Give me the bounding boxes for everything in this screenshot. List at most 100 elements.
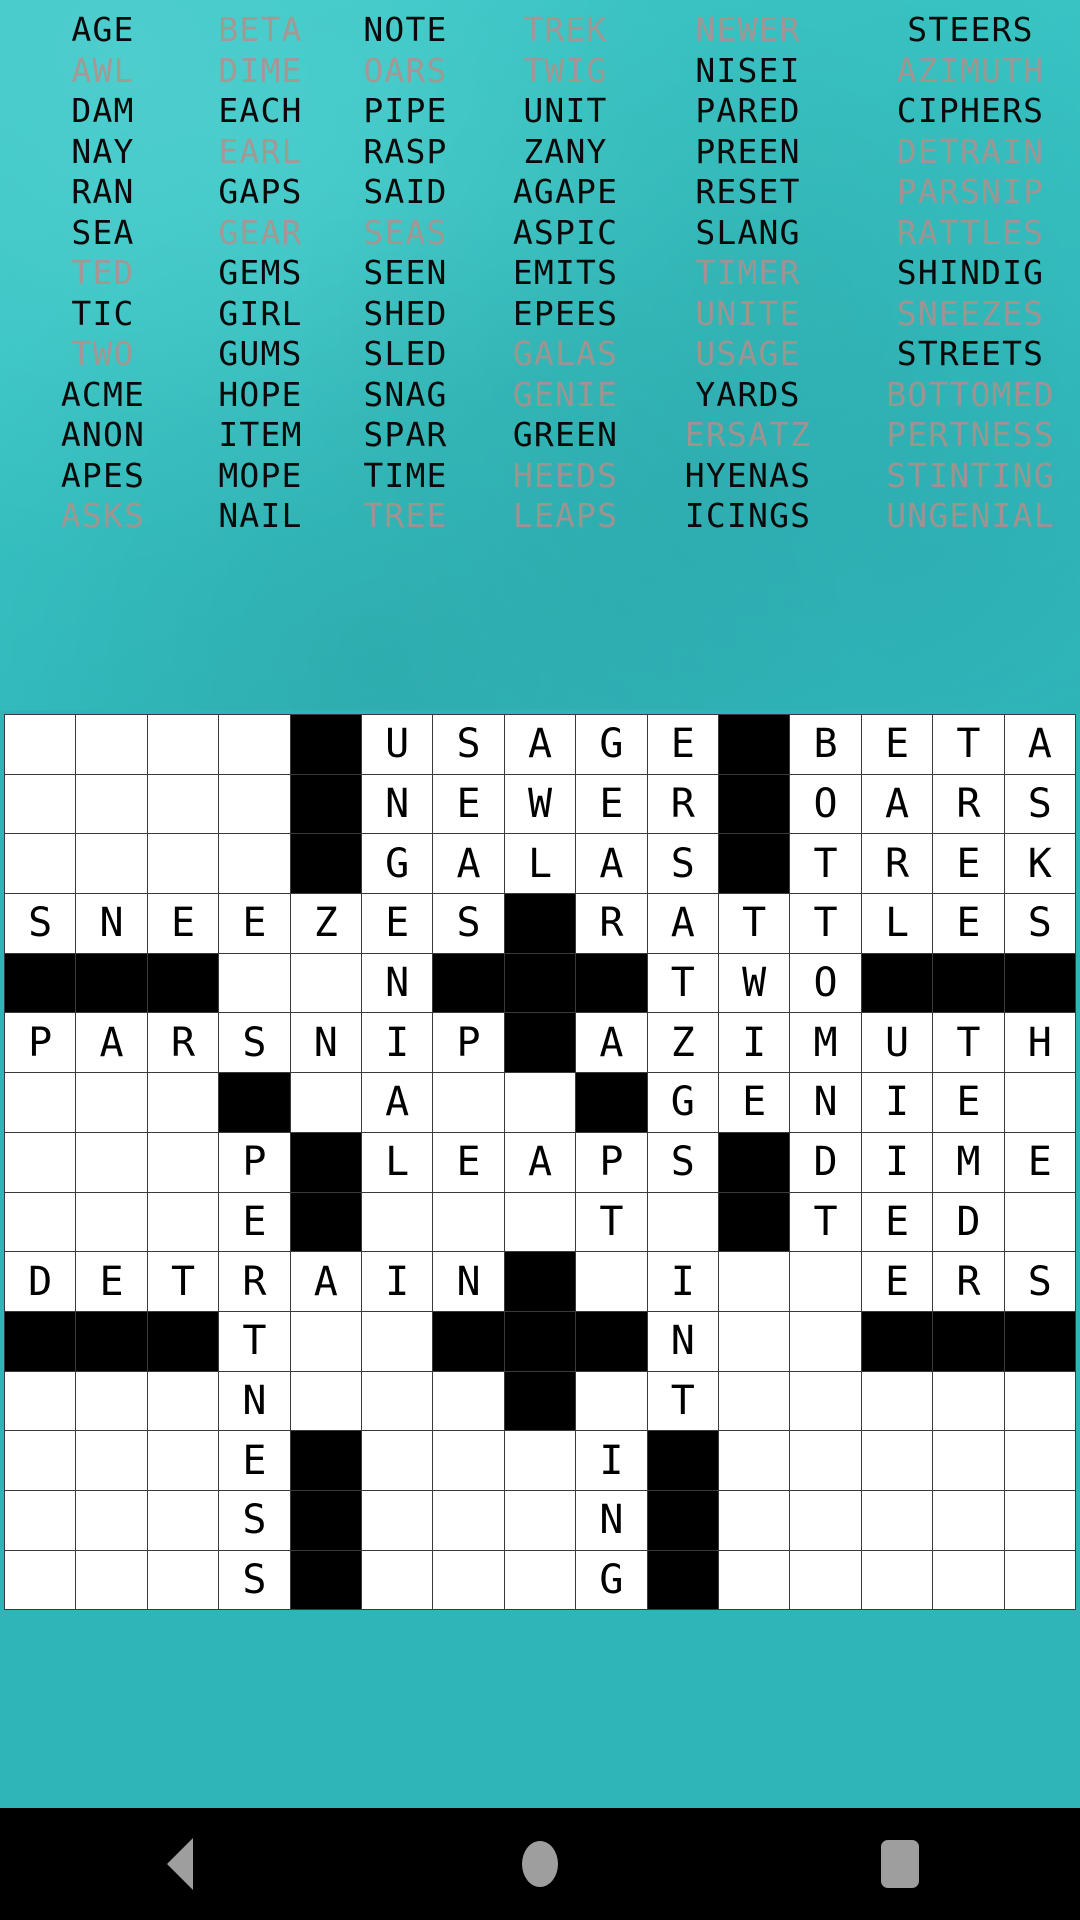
grid-letter-cell[interactable]: D <box>5 1252 76 1311</box>
word-bank-entry[interactable]: TIC <box>18 294 188 335</box>
grid-empty-cell[interactable] <box>861 1550 933 1610</box>
word-bank-entry[interactable]: GAPS <box>188 172 333 213</box>
grid-letter-cell[interactable]: T <box>790 834 861 894</box>
word-bank-entry[interactable]: PERTNESS <box>843 415 1080 456</box>
grid-letter-cell[interactable]: E <box>933 1073 1004 1132</box>
grid-letter-cell[interactable]: A <box>290 1252 361 1311</box>
grid-letter-cell[interactable]: S <box>219 1550 290 1610</box>
grid-letter-cell[interactable]: H <box>1004 1013 1075 1073</box>
grid-empty-cell[interactable] <box>5 834 76 894</box>
grid-letter-cell[interactable]: E <box>76 1252 147 1311</box>
grid-letter-cell[interactable]: S <box>219 1490 290 1550</box>
grid-letter-cell[interactable]: E <box>861 715 933 774</box>
grid-letter-cell[interactable]: R <box>576 894 647 953</box>
word-bank-entry[interactable]: TED <box>18 253 188 294</box>
word-bank-entry[interactable]: STEERS <box>843 10 1080 51</box>
grid-empty-cell[interactable] <box>76 1371 147 1431</box>
grid-letter-cell[interactable]: O <box>790 774 861 834</box>
grid-letter-cell[interactable]: N <box>647 1311 718 1371</box>
grid-empty-cell[interactable] <box>933 1431 1004 1490</box>
grid-empty-cell[interactable] <box>433 1192 504 1252</box>
home-button[interactable] <box>470 1829 610 1899</box>
grid-empty-cell[interactable] <box>290 1371 361 1431</box>
back-button[interactable] <box>110 1829 250 1899</box>
grid-empty-cell[interactable] <box>433 1490 504 1550</box>
word-bank-entry[interactable]: CIPHERS <box>843 91 1080 132</box>
word-bank-entry[interactable]: UNITE <box>653 294 843 335</box>
word-bank-entry[interactable]: DIME <box>188 51 333 92</box>
grid-empty-cell[interactable] <box>861 1490 933 1550</box>
word-bank-entry[interactable]: APES <box>18 456 188 497</box>
grid-letter-cell[interactable]: I <box>861 1132 933 1192</box>
grid-empty-cell[interactable] <box>76 1431 147 1490</box>
grid-letter-cell[interactable]: B <box>790 715 861 774</box>
grid-empty-cell[interactable] <box>790 1371 861 1431</box>
word-bank-entry[interactable]: HYENAS <box>653 456 843 497</box>
grid-empty-cell[interactable] <box>1004 1073 1075 1132</box>
grid-empty-cell[interactable] <box>861 1431 933 1490</box>
grid-empty-cell[interactable] <box>576 1252 647 1311</box>
grid-letter-cell[interactable]: I <box>576 1431 647 1490</box>
grid-letter-cell[interactable]: U <box>362 715 433 774</box>
grid-letter-cell[interactable]: R <box>147 1013 219 1073</box>
word-bank-entry[interactable]: GUMS <box>188 334 333 375</box>
grid-letter-cell[interactable]: N <box>790 1073 861 1132</box>
grid-empty-cell[interactable] <box>219 774 290 834</box>
word-bank-entry[interactable]: AGAPE <box>478 172 653 213</box>
recents-button[interactable] <box>830 1829 970 1899</box>
grid-empty-cell[interactable] <box>5 774 76 834</box>
grid-empty-cell[interactable] <box>1004 1371 1075 1431</box>
grid-letter-cell[interactable]: P <box>219 1132 290 1192</box>
word-bank-entry[interactable]: UNIT <box>478 91 653 132</box>
grid-empty-cell[interactable] <box>1004 1490 1075 1550</box>
word-bank-entry[interactable]: PIPE <box>333 91 478 132</box>
grid-empty-cell[interactable] <box>76 1132 147 1192</box>
word-bank-entry[interactable]: HEEDS <box>478 456 653 497</box>
word-bank-entry[interactable]: SNEEZES <box>843 294 1080 335</box>
grid-letter-cell[interactable]: P <box>433 1013 504 1073</box>
grid-letter-cell[interactable]: S <box>433 894 504 953</box>
grid-letter-cell[interactable]: A <box>576 1013 647 1073</box>
word-bank-entry[interactable]: AWL <box>18 51 188 92</box>
grid-letter-cell[interactable]: W <box>504 774 576 834</box>
grid-empty-cell[interactable] <box>147 774 219 834</box>
word-bank-entry[interactable]: STREETS <box>843 334 1080 375</box>
grid-letter-cell[interactable]: R <box>219 1252 290 1311</box>
grid-letter-cell[interactable]: O <box>790 953 861 1013</box>
grid-letter-cell[interactable]: R <box>933 1252 1004 1311</box>
word-bank-entry[interactable]: TREE <box>333 496 478 537</box>
grid-letter-cell[interactable]: I <box>362 1252 433 1311</box>
word-bank-entry[interactable]: PREEN <box>653 132 843 173</box>
grid-empty-cell[interactable] <box>290 1073 361 1132</box>
grid-empty-cell[interactable] <box>861 1371 933 1431</box>
grid-letter-cell[interactable]: T <box>933 1013 1004 1073</box>
grid-letter-cell[interactable]: A <box>362 1073 433 1132</box>
grid-letter-cell[interactable]: T <box>790 894 861 953</box>
grid-empty-cell[interactable] <box>76 715 147 774</box>
word-bank-entry[interactable]: RASP <box>333 132 478 173</box>
grid-empty-cell[interactable] <box>1004 1192 1075 1252</box>
grid-letter-cell[interactable]: E <box>861 1252 933 1311</box>
grid-letter-cell[interactable]: S <box>433 715 504 774</box>
grid-letter-cell[interactable]: T <box>147 1252 219 1311</box>
word-bank-entry[interactable]: RESET <box>653 172 843 213</box>
word-bank-entry[interactable]: SEAS <box>333 213 478 254</box>
grid-letter-cell[interactable]: Z <box>290 894 361 953</box>
grid-letter-cell[interactable]: R <box>861 834 933 894</box>
word-bank-entry[interactable]: ERSATZ <box>653 415 843 456</box>
word-bank-entry[interactable]: GALAS <box>478 334 653 375</box>
word-bank-entry[interactable]: ICINGS <box>653 496 843 537</box>
word-bank-entry[interactable]: TREK <box>478 10 653 51</box>
grid-letter-cell[interactable]: T <box>790 1192 861 1252</box>
grid-letter-cell[interactable]: R <box>647 774 718 834</box>
word-bank-entry[interactable]: SEA <box>18 213 188 254</box>
grid-empty-cell[interactable] <box>362 1371 433 1431</box>
word-bank-entry[interactable]: MOPE <box>188 456 333 497</box>
grid-letter-cell[interactable]: D <box>933 1192 1004 1252</box>
grid-empty-cell[interactable] <box>76 1490 147 1550</box>
grid-letter-cell[interactable]: G <box>647 1073 718 1132</box>
word-bank-entry[interactable]: GENIE <box>478 375 653 416</box>
grid-letter-cell[interactable]: E <box>219 894 290 953</box>
grid-letter-cell[interactable]: W <box>719 953 790 1013</box>
grid-empty-cell[interactable] <box>719 1371 790 1431</box>
